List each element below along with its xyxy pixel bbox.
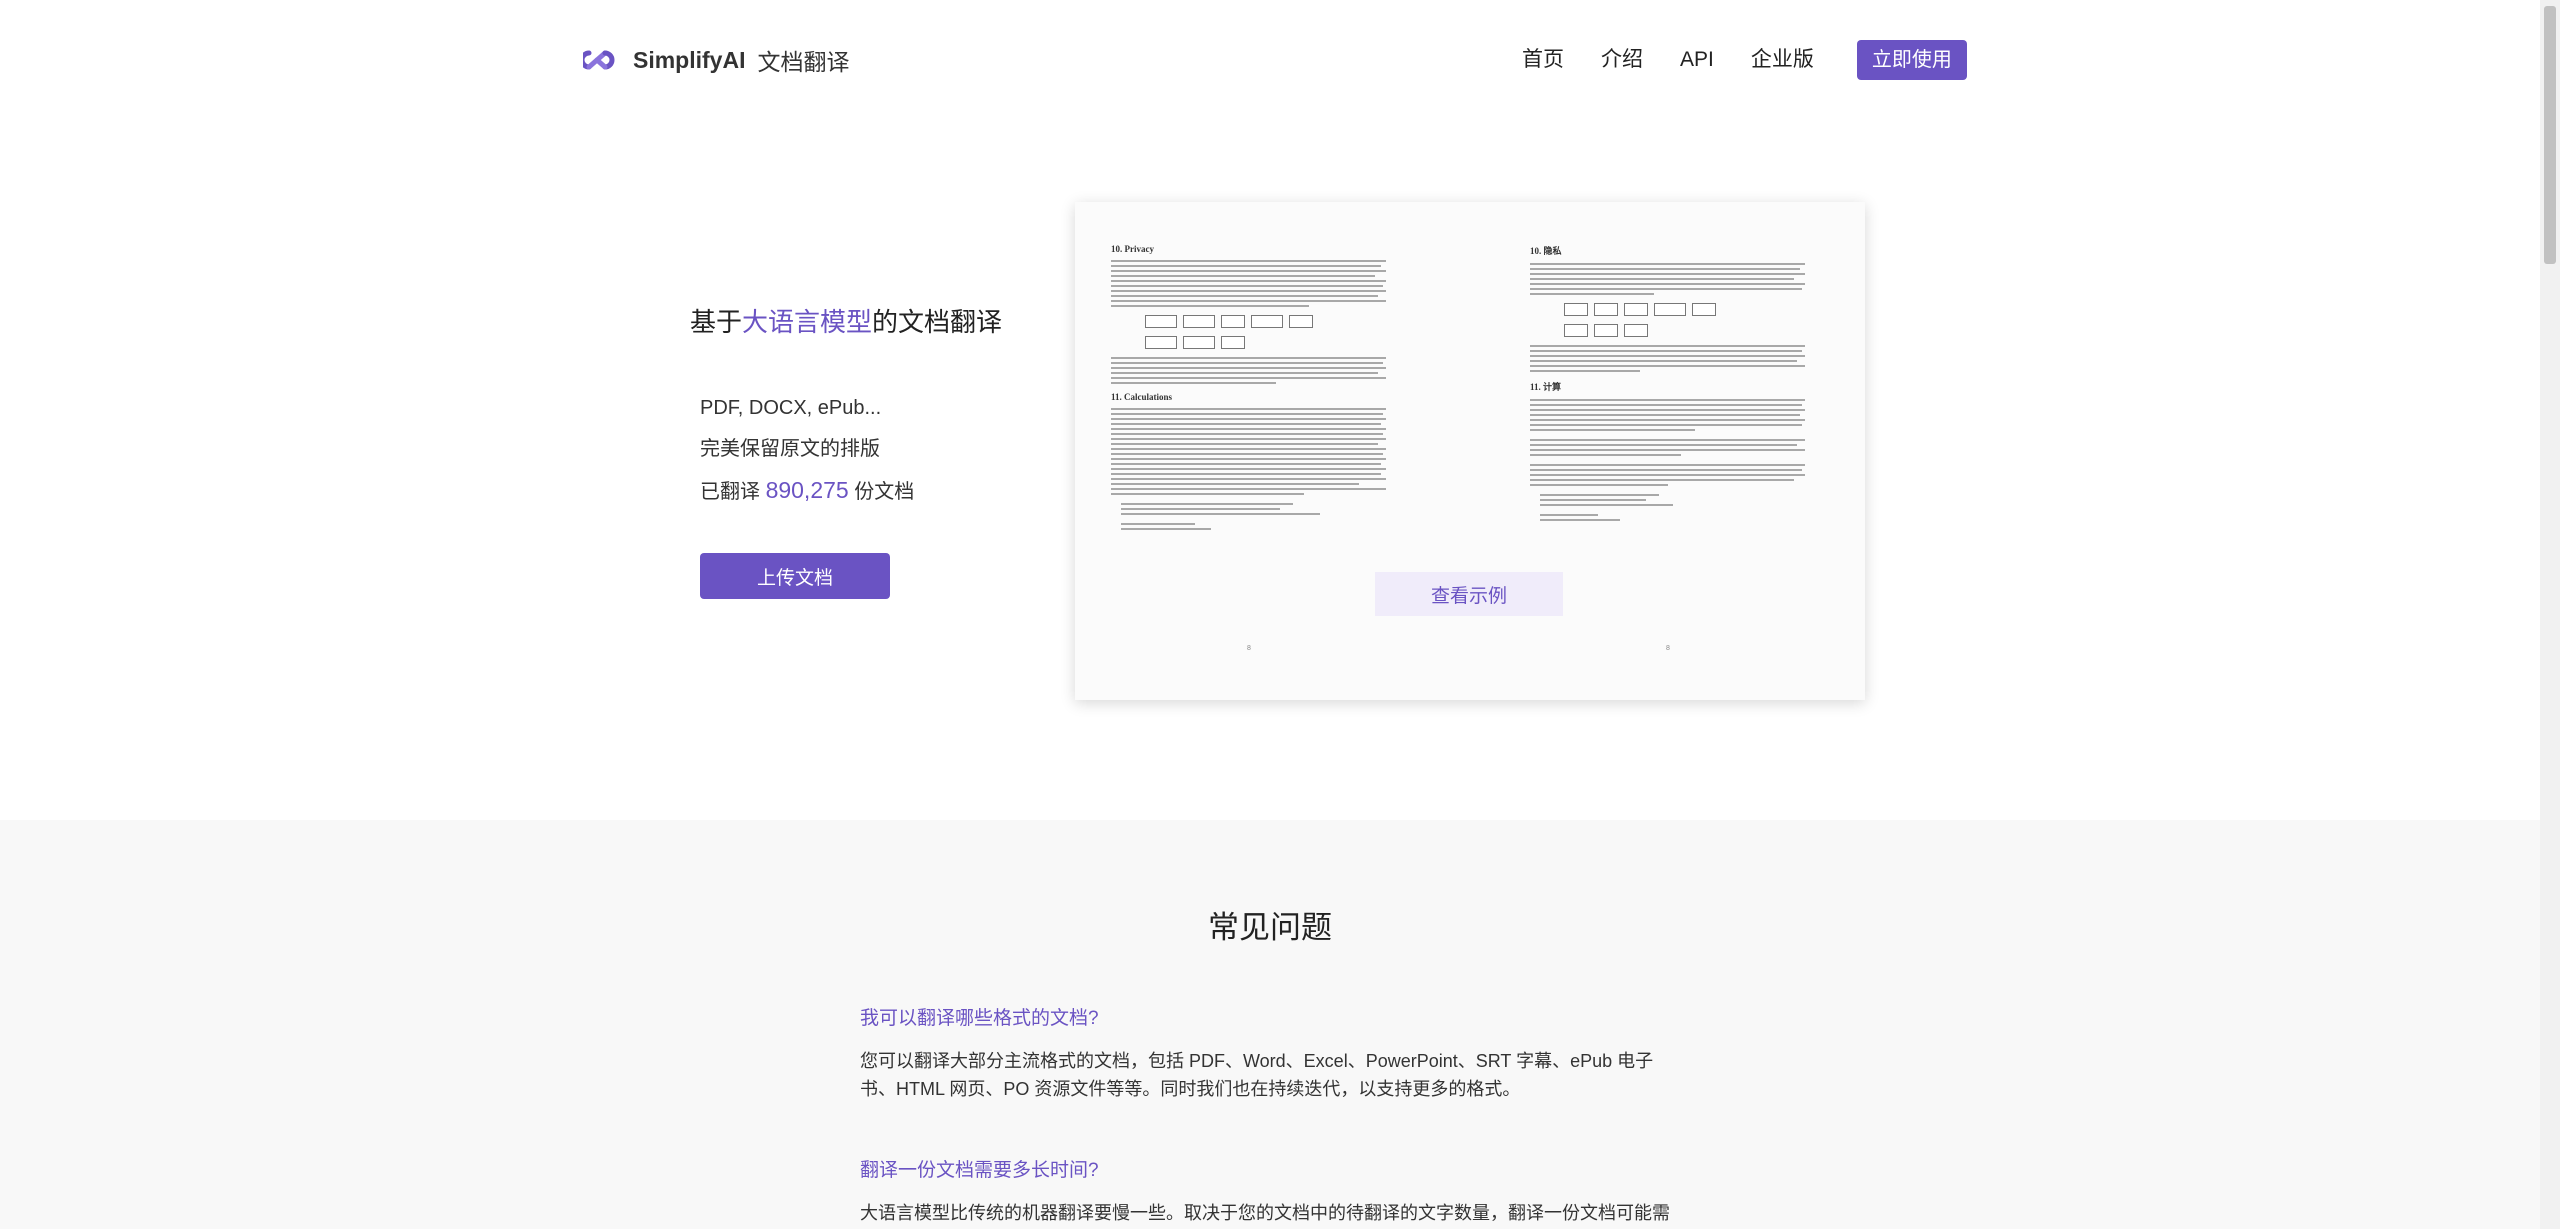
translated-diagram-1 [1564,303,1805,316]
original-page: 10. Privacy 11. Calculations 8 [1111,244,1386,664]
original-diagram-1 [1145,315,1386,328]
upload-document-button[interactable]: 上传文档 [700,553,890,599]
layout-note: 完美保留原文的排版 [700,438,880,460]
original-heading-privacy: 10. Privacy [1111,244,1154,254]
original-heading-calculations: 11. Calculations [1111,392,1173,402]
nav-api[interactable]: API [1680,40,1714,80]
hero-title-suffix: 的文档翻译 [872,307,1003,337]
count-prefix: 已翻译 [700,481,760,503]
brand-subtitle: 文档翻译 [757,49,850,75]
brand-name: SimplifyAI [633,46,746,73]
faq-section [0,820,2540,1229]
main-nav: 首页 介绍 API 企业版 立即使用 [1522,40,2004,80]
faq-question-2[interactable]: 翻译一份文档需要多长时间? [860,1155,1099,1182]
original-page-number: 8 [1247,645,1251,652]
translated-page: 10. 隐私 11. 计算 8 [1530,244,1805,664]
translated-page-number: 8 [1666,645,1670,652]
use-now-button[interactable]: 立即使用 [1856,40,1967,80]
hero-title-highlight: 大语言模型 [742,307,873,337]
nav-intro[interactable]: 介绍 [1601,40,1643,80]
translated-count: 已翻译 890,275 份文档 [700,470,914,513]
supported-formats: PDF, DOCX, ePub... [700,397,882,419]
nav-enterprise[interactable]: 企业版 [1751,40,1814,80]
translated-heading-calculations: 11. 计算 [1530,382,1562,392]
faq-answer-1: 您可以翻译大部分主流格式的文档，包括 PDF、Word、Excel、PowerP… [860,1051,1654,1099]
faq-question-1[interactable]: 我可以翻译哪些格式的文档? [860,1003,1099,1030]
translated-heading-privacy: 10. 隐私 [1530,246,1562,256]
hero-title-prefix: 基于 [690,307,743,337]
faq-title: 常见问题 [1208,910,1332,945]
page-scrollbar[interactable] [2540,0,2560,1229]
simplifyai-logo-icon [583,50,615,70]
count-suffix: 份文档 [854,481,915,503]
header: SimplifyAI 文档翻译 首页 介绍 API 企业版 立即使用 [0,0,2540,120]
faq-answer-2: 大语言模型比传统的机器翻译要慢一些。取决于您的文档中的待翻译的文字数量，翻译一份… [860,1203,1670,1223]
original-diagram-2 [1145,336,1386,349]
count-value: 890,275 [765,477,849,503]
scrollbar-thumb[interactable] [2544,6,2556,264]
logo[interactable]: SimplifyAI 文档翻译 [583,40,849,80]
nav-home[interactable]: 首页 [1522,40,1564,80]
translation-preview[interactable]: 10. Privacy 11. Calculations 8 10. 隐私 11… [1075,202,1865,700]
feature-list: PDF, DOCX, ePub... 完美保留原文的排版 已翻译 890,275… [700,388,914,513]
translated-diagram-2 [1564,324,1805,337]
view-example-button[interactable]: 查看示例 [1375,572,1563,616]
hero-title: 基于大语言模型的文档翻译 [690,302,1002,339]
